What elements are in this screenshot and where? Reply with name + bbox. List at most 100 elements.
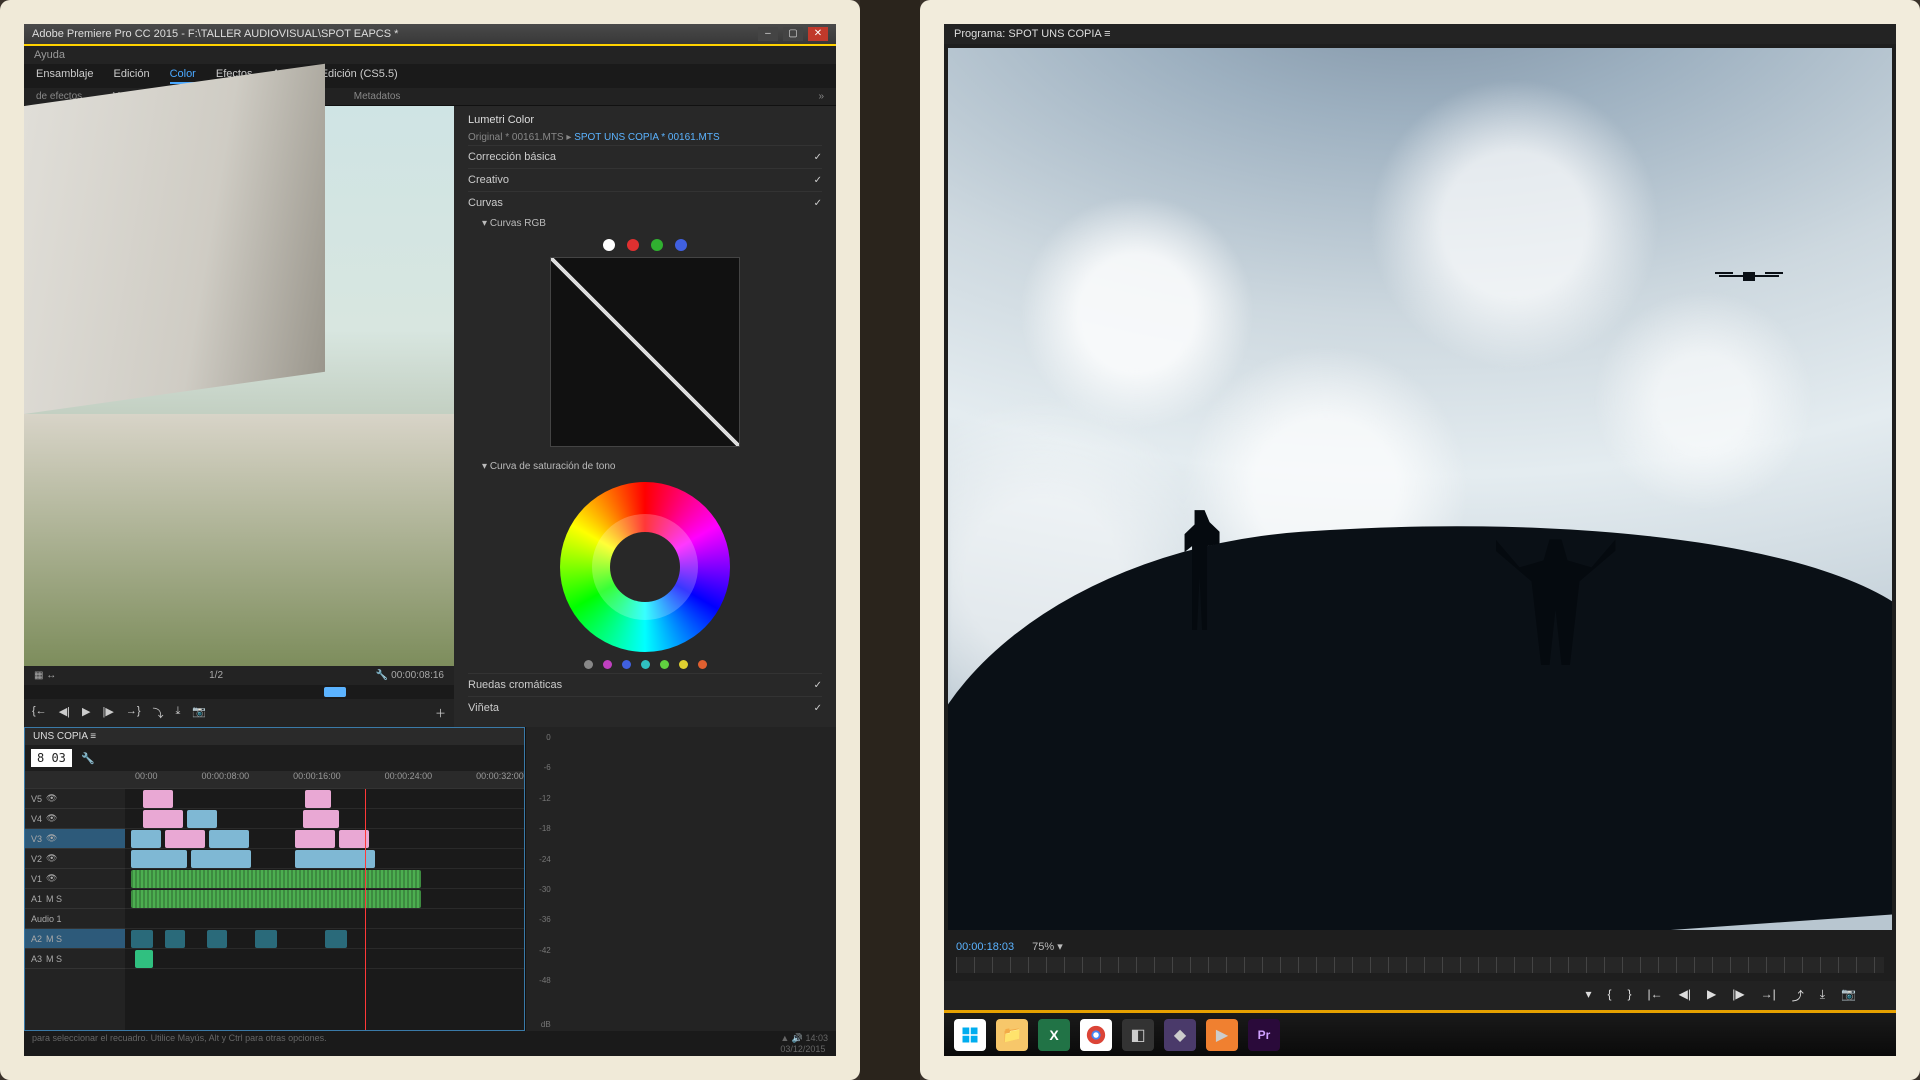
- section-color-wheels[interactable]: Ruedas cromáticas: [468, 673, 822, 696]
- start-button[interactable]: [954, 1019, 986, 1051]
- program-scrub-bar[interactable]: [956, 957, 1884, 973]
- clip[interactable]: [165, 930, 185, 948]
- timeline-timecode[interactable]: 8 03: [31, 749, 72, 767]
- swatch-blue[interactable]: [675, 239, 687, 251]
- add-marker-icon[interactable]: ▾: [1585, 987, 1591, 1004]
- clip[interactable]: [131, 890, 421, 908]
- program-timecode[interactable]: 00:00:18:03: [956, 941, 1014, 953]
- clip[interactable]: [305, 790, 331, 808]
- track-v2[interactable]: V2 👁: [25, 849, 125, 869]
- section-basic-correction[interactable]: Corrección básica: [468, 145, 822, 168]
- clip[interactable]: [303, 810, 339, 828]
- track-v1[interactable]: V1 👁: [25, 869, 125, 889]
- chain-target[interactable]: SPOT UNS COPIA * 00161.MTS: [574, 132, 719, 143]
- clip[interactable]: [143, 810, 183, 828]
- clip[interactable]: [255, 930, 277, 948]
- track-a3[interactable]: A3 M S: [25, 949, 125, 969]
- sequence-tab[interactable]: UNS COPIA: [33, 731, 87, 742]
- clip[interactable]: [191, 850, 251, 868]
- maximize-button[interactable]: ▢: [783, 27, 803, 41]
- track-a2[interactable]: A2 M S: [25, 929, 125, 949]
- clip[interactable]: [143, 790, 173, 808]
- taskbar-excel[interactable]: X: [1038, 1019, 1070, 1051]
- systray[interactable]: ▲ 🔊 14:0303/12/2015: [780, 1033, 828, 1054]
- clip[interactable]: [131, 870, 421, 888]
- extract-icon[interactable]: ⤓: [1820, 987, 1825, 1004]
- step-fwd-icon[interactable]: |▶: [1732, 987, 1744, 1004]
- timeline-tracks[interactable]: [125, 789, 524, 1030]
- tab-assembly[interactable]: Ensamblaje: [36, 68, 93, 84]
- section-creative[interactable]: Creativo: [468, 168, 822, 191]
- step-back-icon[interactable]: ◀|: [1679, 987, 1691, 1004]
- clip[interactable]: [295, 850, 375, 868]
- minimize-button[interactable]: –: [758, 27, 778, 41]
- hue-dot[interactable]: [584, 660, 593, 669]
- track-v4[interactable]: V4 👁: [25, 809, 125, 829]
- check-icon[interactable]: [814, 197, 822, 209]
- clip[interactable]: [131, 930, 153, 948]
- hue-dot[interactable]: [660, 660, 669, 669]
- tab-cs55[interactable]: Edición (CS5.5): [321, 68, 398, 84]
- taskbar-file-explorer[interactable]: 📁: [996, 1019, 1028, 1051]
- subsection-hue-saturation[interactable]: Curva de saturación de tono: [468, 457, 822, 476]
- hue-dot[interactable]: [603, 660, 612, 669]
- mark-in-icon[interactable]: {: [1607, 987, 1611, 1004]
- taskbar-app-2[interactable]: ◆: [1164, 1019, 1196, 1051]
- hue-dot[interactable]: [679, 660, 688, 669]
- playhead[interactable]: [365, 789, 366, 1030]
- swatch-green[interactable]: [651, 239, 663, 251]
- taskbar-chrome[interactable]: [1080, 1019, 1112, 1051]
- subsection-rgb-curves[interactable]: Curvas RGB: [468, 214, 822, 233]
- section-curves[interactable]: Curvas: [468, 191, 822, 214]
- overflow-chevron-icon[interactable]: »: [818, 91, 824, 102]
- clip[interactable]: [207, 930, 227, 948]
- clip[interactable]: [165, 830, 205, 848]
- track-v3[interactable]: V3 👁: [25, 829, 125, 849]
- check-icon[interactable]: [814, 679, 822, 691]
- program-zoom[interactable]: 75% ▾: [1032, 940, 1063, 953]
- tab-editing[interactable]: Edición: [113, 68, 149, 84]
- hue-saturation-wheel[interactable]: [560, 482, 730, 652]
- clip[interactable]: [131, 850, 187, 868]
- clip[interactable]: [295, 830, 335, 848]
- source-scrub-handle[interactable]: [324, 687, 346, 697]
- export-frame-icon[interactable]: 📷: [1841, 987, 1856, 1004]
- clip[interactable]: [209, 830, 249, 848]
- play-icon[interactable]: ▶: [1707, 987, 1716, 1004]
- track-v5[interactable]: V5 👁: [25, 789, 125, 809]
- source-video-preview[interactable]: [24, 106, 454, 666]
- program-video-preview[interactable]: [948, 48, 1892, 930]
- menu-bar[interactable]: Ayuda: [24, 46, 836, 64]
- check-icon[interactable]: [814, 174, 822, 186]
- step-fwd-icon[interactable]: |▶: [102, 705, 113, 721]
- clip[interactable]: [135, 950, 153, 968]
- check-icon[interactable]: [814, 151, 822, 163]
- lift-icon[interactable]: ⤴: [1792, 987, 1804, 1004]
- hue-dot[interactable]: [622, 660, 631, 669]
- menu-help[interactable]: Ayuda: [34, 49, 65, 61]
- export-frame-icon[interactable]: 📷: [192, 705, 206, 721]
- clip[interactable]: [325, 930, 347, 948]
- step-back-icon[interactable]: ◀|: [59, 705, 70, 721]
- track-a1[interactable]: A1 M S: [25, 889, 125, 909]
- add-button-icon[interactable]: ＋: [435, 705, 446, 721]
- insert-icon[interactable]: ⤵: [153, 705, 164, 721]
- close-button[interactable]: ✕: [808, 27, 828, 41]
- rgb-curve-editor[interactable]: [550, 257, 740, 447]
- check-icon[interactable]: [814, 702, 822, 714]
- timeline-ruler[interactable]: 00:00 00:00:08:00 00:00:16:00 00:00:24:0…: [25, 771, 524, 789]
- swatch-red[interactable]: [627, 239, 639, 251]
- mark-out-icon[interactable]: →}: [126, 705, 141, 721]
- mark-out-icon[interactable]: }: [1628, 987, 1632, 1004]
- fit-dropdown[interactable]: 1/2: [209, 670, 223, 681]
- mark-in-icon[interactable]: {←: [32, 705, 47, 721]
- source-scrub-bar[interactable]: [24, 685, 454, 699]
- subtab-metadata[interactable]: Metadatos: [354, 91, 401, 102]
- source-icons[interactable]: ▦ ↔: [34, 670, 56, 681]
- taskbar-app[interactable]: ◧: [1122, 1019, 1154, 1051]
- section-vignette[interactable]: Viñeta: [468, 696, 822, 719]
- swatch-luma[interactable]: [603, 239, 615, 251]
- taskbar-premiere[interactable]: Pr: [1248, 1019, 1280, 1051]
- track-audio1[interactable]: Audio 1: [25, 909, 125, 929]
- taskbar-media-player[interactable]: ▶: [1206, 1019, 1238, 1051]
